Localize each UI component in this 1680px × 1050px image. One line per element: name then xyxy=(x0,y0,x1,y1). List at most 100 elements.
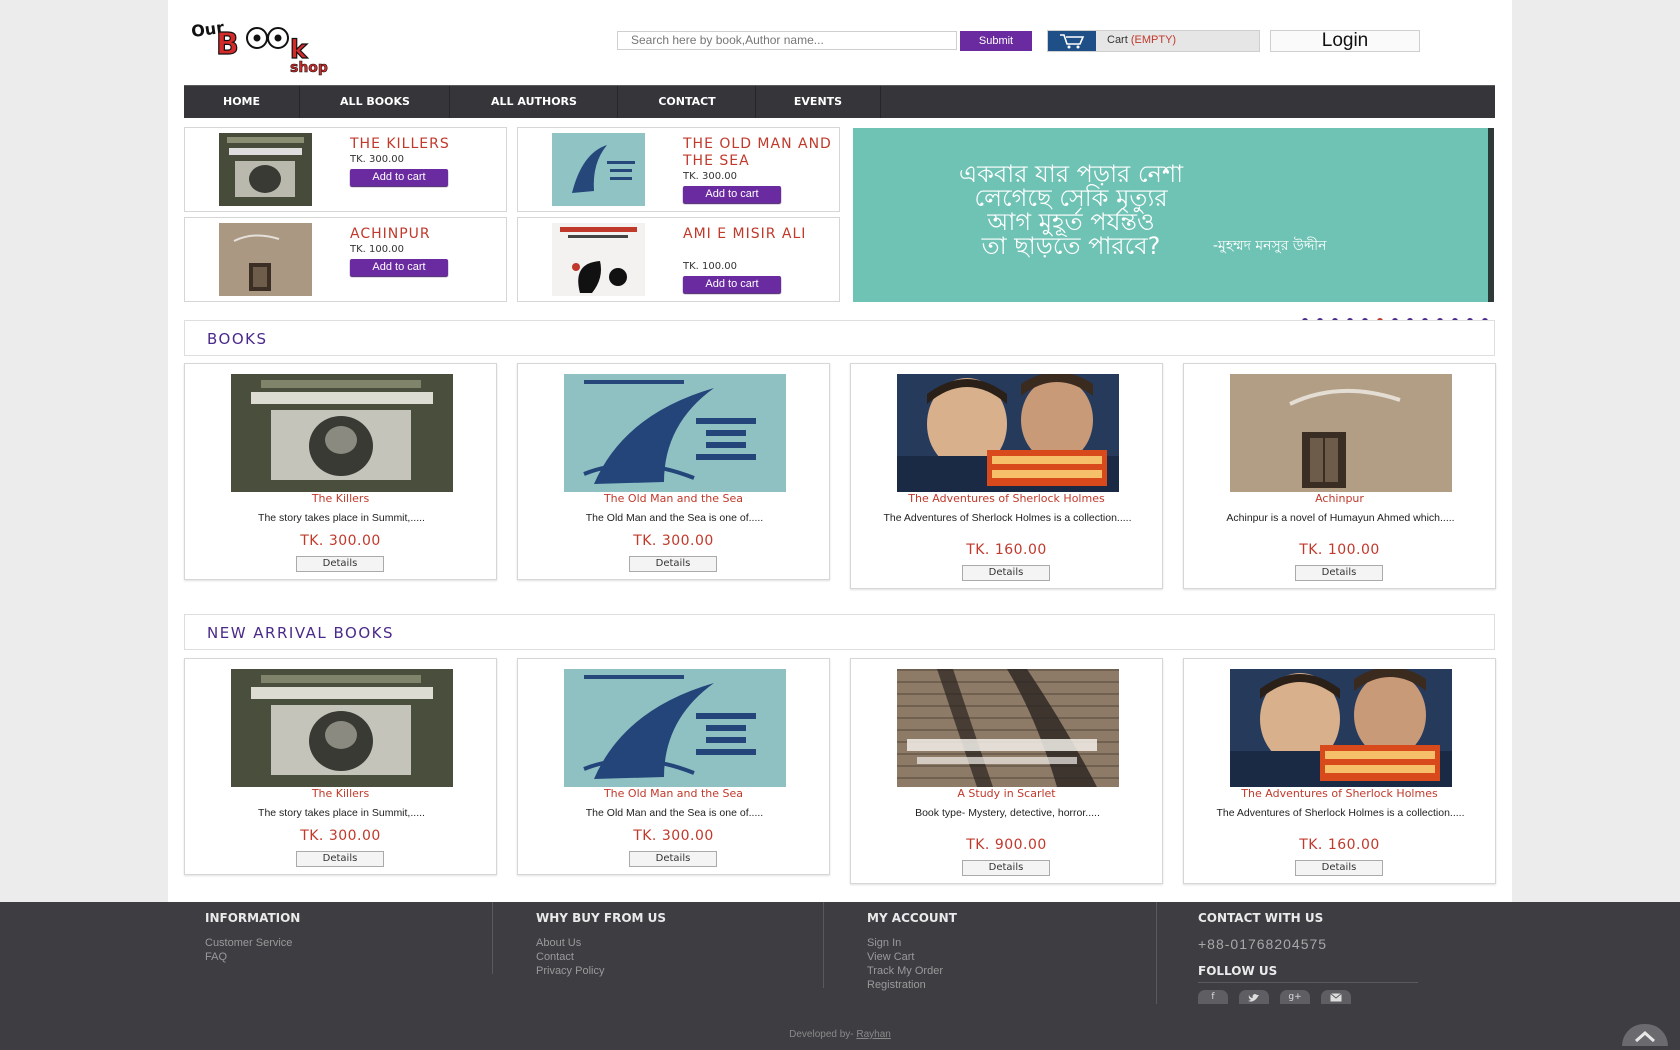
svg-text:B: B xyxy=(216,27,239,62)
book-cover[interactable] xyxy=(897,669,1119,787)
developer-credit: Developed by- Rayhan xyxy=(0,1029,1680,1040)
add-to-cart-button[interactable]: Add to cart xyxy=(683,276,781,293)
add-to-cart-button[interactable]: Add to cart xyxy=(683,186,781,203)
featured-price: TK. 100.00 xyxy=(683,261,738,272)
cart-text: Cart (EMPTY) xyxy=(1107,34,1176,46)
featured-item: THE KILLERS TK. 300.00 Add to cart xyxy=(184,127,507,212)
nav-home[interactable]: HOME xyxy=(184,86,299,118)
section-title: NEW ARRIVAL BOOKS xyxy=(207,624,395,642)
book-card: The Adventures of Sherlock Holmes The Ad… xyxy=(850,363,1163,589)
book-description: The Adventures of Sherlock Holmes is a c… xyxy=(1216,807,1465,819)
featured-title[interactable]: ACHINPUR xyxy=(350,226,500,243)
details-button[interactable]: Details xyxy=(629,556,717,572)
developer-link[interactable]: Rayhan xyxy=(856,1029,890,1040)
details-button[interactable]: Details xyxy=(296,851,384,867)
details-button[interactable]: Details xyxy=(962,860,1050,876)
details-button[interactable]: Details xyxy=(296,556,384,572)
book-title[interactable]: The Adventures of Sherlock Holmes xyxy=(1184,787,1495,800)
book-title[interactable]: The Killers xyxy=(185,492,496,505)
search-submit-button[interactable]: Submit xyxy=(960,31,1032,51)
developer-label: Developed by- xyxy=(789,1029,854,1040)
book-card: A Study in Scarlet Book type- Mystery, d… xyxy=(850,658,1163,884)
book-card: The Killers The story takes place in Sum… xyxy=(184,363,497,580)
twitter-icon[interactable] xyxy=(1239,990,1269,1004)
book-cover-old-man[interactable] xyxy=(552,133,645,206)
book-cover[interactable] xyxy=(1230,667,1452,787)
details-button[interactable]: Details xyxy=(629,851,717,867)
footer-divider xyxy=(1156,902,1157,1004)
book-title[interactable]: The Adventures of Sherlock Holmes xyxy=(851,492,1162,505)
add-to-cart-button[interactable]: Add to cart xyxy=(350,259,448,276)
book-price: TK. 300.00 xyxy=(300,533,381,549)
book-card: Achinpur Achinpur is a novel of Humayun … xyxy=(1183,363,1496,589)
book-card: The Killers The story takes place in Sum… xyxy=(184,658,497,875)
footer-link-view-cart[interactable]: View Cart xyxy=(867,951,914,963)
footer-link-faq[interactable]: FAQ xyxy=(205,951,227,963)
featured-price: TK. 300.00 xyxy=(683,171,738,182)
featured-price: TK. 100.00 xyxy=(350,244,405,255)
book-cover-killers[interactable] xyxy=(219,133,312,206)
nav-all-authors[interactable]: ALL AUTHORS xyxy=(449,86,618,118)
details-button[interactable]: Details xyxy=(962,565,1050,581)
footer-link-about[interactable]: About Us xyxy=(536,937,581,949)
footer-link-privacy[interactable]: Privacy Policy xyxy=(536,965,604,977)
footer-divider xyxy=(492,902,493,974)
banner-quote-line: তা ছাড়তে পারবে? xyxy=(981,232,1161,260)
book-description: The story takes place in Summit,..... xyxy=(258,807,425,819)
book-title[interactable]: The Old Man and the Sea xyxy=(518,492,829,505)
section-title: BOOKS xyxy=(207,330,268,348)
featured-title[interactable]: THE KILLERS xyxy=(350,136,500,153)
details-button[interactable]: Details xyxy=(1295,565,1383,581)
book-cover[interactable] xyxy=(564,669,786,787)
site-logo[interactable]: Our B k shop xyxy=(190,16,350,77)
cart-widget[interactable]: Cart (EMPTY) xyxy=(1047,30,1260,52)
login-button[interactable]: Login xyxy=(1270,30,1420,52)
cart-status: (EMPTY) xyxy=(1130,34,1177,46)
footer-link-customer-service[interactable]: Customer Service xyxy=(205,937,292,949)
nav-events[interactable]: EVENTS xyxy=(755,86,881,118)
section-new-arrivals-header: NEW ARRIVAL BOOKS xyxy=(184,614,1495,650)
book-cover-achinpur[interactable] xyxy=(219,223,312,296)
search-input[interactable]: Search here by book,Author name... xyxy=(617,31,957,50)
book-cover[interactable] xyxy=(231,669,453,787)
book-price: TK. 300.00 xyxy=(633,828,714,844)
nav-all-books[interactable]: ALL BOOKS xyxy=(299,86,450,118)
footer-link-sign-in[interactable]: Sign In xyxy=(867,937,901,949)
scroll-to-top-button[interactable] xyxy=(1622,1024,1668,1046)
cart-icon xyxy=(1048,31,1096,51)
mail-icon[interactable] xyxy=(1321,990,1351,1004)
featured-title[interactable]: THE OLD MAN AND THE SEA xyxy=(683,136,833,170)
nav-contact[interactable]: CONTACT xyxy=(617,86,756,118)
featured-price: TK. 300.00 xyxy=(350,154,405,165)
add-to-cart-button[interactable]: Add to cart xyxy=(350,169,448,186)
quote-banner[interactable]: একবার যার পড়ার নেশা লেগেছে সেকি মৃত্যুর… xyxy=(853,128,1494,302)
book-cover-misir-ali[interactable] xyxy=(552,223,645,296)
footer-divider xyxy=(1198,982,1418,983)
footer-link-contact[interactable]: Contact xyxy=(536,951,574,963)
featured-item: AMI E MISIR ALI TK. 100.00 Add to cart xyxy=(517,217,840,302)
book-price: TK. 900.00 xyxy=(966,837,1047,853)
facebook-icon[interactable]: f xyxy=(1198,990,1228,1004)
book-title[interactable]: The Old Man and the Sea xyxy=(518,787,829,800)
book-card: The Adventures of Sherlock Holmes The Ad… xyxy=(1183,658,1496,884)
book-title[interactable]: A Study in Scarlet xyxy=(851,787,1162,800)
footer-heading-information: INFORMATION xyxy=(205,911,301,925)
svg-text:shop: shop xyxy=(290,60,328,76)
book-cover[interactable] xyxy=(897,372,1119,492)
footer-divider xyxy=(823,902,824,988)
book-cover[interactable] xyxy=(564,374,786,492)
details-button[interactable]: Details xyxy=(1295,860,1383,876)
google-plus-icon[interactable]: g+ xyxy=(1280,990,1310,1004)
book-cover[interactable] xyxy=(231,374,453,492)
featured-title[interactable]: AMI E MISIR ALI xyxy=(683,226,833,243)
book-title[interactable]: The Killers xyxy=(185,787,496,800)
book-cover[interactable] xyxy=(1230,374,1452,492)
footer-link-registration[interactable]: Registration xyxy=(867,979,926,991)
footer-link-track-order[interactable]: Track My Order xyxy=(867,965,943,977)
book-title[interactable]: Achinpur xyxy=(1184,492,1495,505)
footer-phone: +88-01768204575 xyxy=(1198,936,1328,952)
page-container: Our B k shop Search here by book,Author … xyxy=(168,0,1512,902)
banner-quote-author: -মুহম্মদ মনসুর উদ্দীন xyxy=(1213,237,1327,254)
footer-heading-why-buy: WHY BUY FROM US xyxy=(536,911,667,925)
book-description: The Adventures of Sherlock Holmes is a c… xyxy=(883,512,1132,524)
